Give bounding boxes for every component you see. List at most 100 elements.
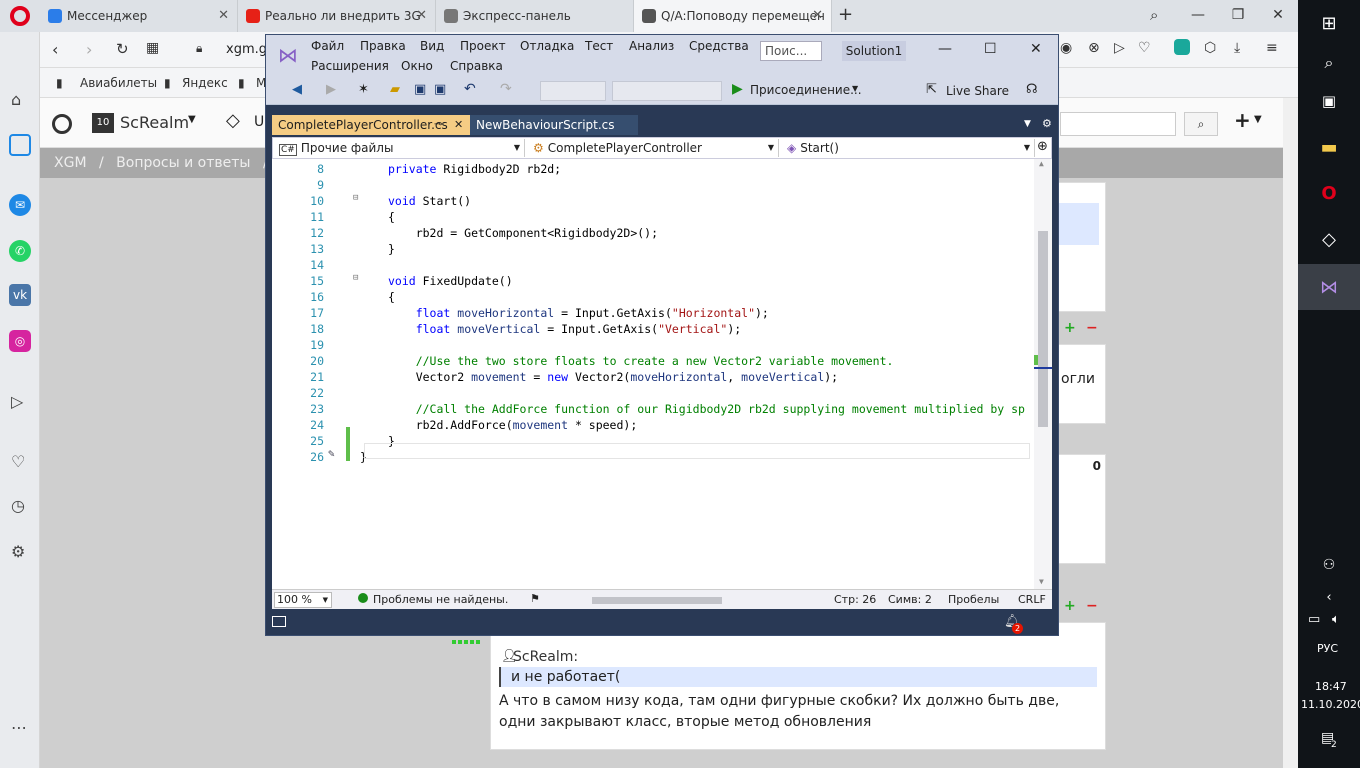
browser-tab-active[interactable]: Q/A:Поповоду перемещен ✕ <box>634 0 832 32</box>
collapse-icon[interactable]: ⊟ <box>353 273 358 283</box>
close-icon[interactable]: ✕ <box>416 8 427 23</box>
nav-screalm[interactable]: ScRealm <box>120 113 189 132</box>
whatsapp-icon[interactable]: ✆ <box>9 240 31 262</box>
clock-date[interactable]: 11.10.2020 <box>1301 698 1360 711</box>
close-button[interactable]: ✕ <box>1030 41 1042 57</box>
forward-icon[interactable]: ▶ <box>326 82 336 97</box>
cube-icon[interactable]: ⬡ <box>1204 40 1216 56</box>
tabs-grid-icon[interactable]: ▦ <box>146 40 159 56</box>
open-icon[interactable]: ▰ <box>390 82 400 97</box>
close-icon[interactable]: ✕ <box>454 115 463 135</box>
messenger-icon[interactable]: ✉ <box>9 194 31 216</box>
scroll-down-icon[interactable]: ▼ <box>1039 577 1044 586</box>
reload-icon[interactable]: ↻ <box>116 40 129 58</box>
scroll-up-icon[interactable]: ▲ <box>1039 159 1044 168</box>
maximize-button[interactable]: ☐ <box>984 41 997 57</box>
whitespace-mode[interactable]: Пробелы <box>948 593 999 606</box>
send-icon[interactable]: ▷ <box>11 392 23 411</box>
xgm-logo-icon[interactable] <box>52 114 72 134</box>
live-share-button[interactable]: Live Share <box>946 84 1009 98</box>
minimize-button[interactable]: — <box>1178 0 1218 32</box>
project-dropdown[interactable]: C# Прочие файлы ▼ <box>275 139 525 157</box>
forward-icon[interactable]: › <box>86 40 92 59</box>
bookmark-item[interactable]: Яндекс <box>182 76 228 90</box>
nav-item[interactable]: U <box>254 114 264 130</box>
attach-button[interactable]: Присоединение... <box>750 83 862 97</box>
browser-tab[interactable]: Экспресс-панель <box>436 0 634 32</box>
settings-icon[interactable]: ⚙ <box>1042 117 1052 130</box>
close-icon[interactable]: ✕ <box>218 8 229 23</box>
live-share-icon[interactable]: ⇱ <box>926 82 937 97</box>
language-indicator[interactable]: РУС <box>1317 642 1338 655</box>
clock-time[interactable]: 18:47 <box>1315 680 1347 693</box>
collapse-icon[interactable]: ⊟ <box>353 193 358 203</box>
quote-author[interactable]: ScRealm: <box>513 649 578 665</box>
vpn-icon[interactable] <box>1174 39 1190 55</box>
split-icon[interactable]: ⊕ <box>1037 139 1048 154</box>
save-icon[interactable]: ▣ <box>414 82 426 97</box>
chevron-down-icon[interactable]: ▼ <box>1254 114 1262 125</box>
search-field[interactable] <box>1060 112 1176 136</box>
line-number[interactable]: Стр: 26 <box>834 593 876 606</box>
chevron-down-icon[interactable]: ▼ <box>188 114 196 125</box>
menu-view[interactable]: Вид <box>420 39 444 53</box>
member-dropdown[interactable]: ◈ Start() ▼ <box>783 139 1035 157</box>
block-icon[interactable]: ⊗ <box>1088 40 1100 56</box>
quick-action-icon[interactable]: ✎ <box>328 447 335 460</box>
heart-icon[interactable]: ♡ <box>1138 40 1151 56</box>
menu-project[interactable]: Проект <box>460 39 506 53</box>
line-endings[interactable]: CRLF <box>1018 593 1046 606</box>
tab-complete-player-controller[interactable]: CompletePlayerController.cs ⊸ ✕ <box>272 115 470 135</box>
history-icon[interactable]: ◷ <box>11 496 25 515</box>
add-button[interactable]: + <box>1234 108 1251 132</box>
bookmark-item[interactable]: Авиабилеты <box>80 76 157 90</box>
vote-down-button[interactable]: − <box>1086 598 1098 614</box>
unity-icon[interactable]: ◇ <box>1298 216 1360 262</box>
pin-icon[interactable]: ⊸ <box>434 115 442 135</box>
home-icon[interactable]: ⌂ <box>11 90 21 109</box>
vote-up-button[interactable]: + <box>1064 598 1076 614</box>
platform-dropdown[interactable] <box>612 81 722 101</box>
speed-dial-icon[interactable] <box>9 134 31 156</box>
instagram-icon[interactable]: ◎ <box>9 330 31 352</box>
breadcrumb-item[interactable]: XGM <box>54 155 87 171</box>
vs-search-input[interactable]: Поис... <box>760 41 822 61</box>
vk-icon[interactable]: vk <box>9 284 31 306</box>
unity-icon[interactable]: ◇ <box>226 110 240 131</box>
code-editor[interactable]: 8 private Rigidbody2D rb2d; 9 10 void Start(… <box>272 159 1052 589</box>
menu-icon[interactable]: ≡ <box>1266 40 1278 56</box>
back-icon[interactable]: ◀ <box>292 82 302 97</box>
heart-icon[interactable]: ♡ <box>11 452 25 471</box>
output-icon[interactable] <box>272 616 286 627</box>
tab-list-icon[interactable]: ▼ <box>1024 119 1031 129</box>
column-number[interactable]: Симв: 2 <box>888 593 932 606</box>
menu-test[interactable]: Тест <box>585 39 613 53</box>
menu-tools[interactable]: Средства <box>689 39 749 53</box>
new-tab-button[interactable]: + <box>838 4 853 25</box>
tab-new-behaviour-script[interactable]: NewBehaviourScript.cs <box>470 115 638 135</box>
brush-icon[interactable]: ⚑ <box>530 592 540 605</box>
solution-name[interactable]: Solution1 <box>842 41 906 61</box>
issues-status[interactable]: Проблемы не найдены. <box>373 593 508 606</box>
menu-window[interactable]: Окно <box>401 59 433 73</box>
address-field[interactable]: xgm.g <box>226 42 267 57</box>
network-icon[interactable]: ▭ <box>1308 612 1320 627</box>
back-icon[interactable]: ‹ <box>52 40 58 59</box>
page-scrollbar[interactable] <box>1283 98 1298 768</box>
opera-menu-icon[interactable] <box>10 6 30 26</box>
scroll-thumb[interactable] <box>592 597 722 604</box>
class-dropdown[interactable]: ⚙ CompletePlayerController ▼ <box>529 139 779 157</box>
vote-up-button[interactable]: + <box>1064 320 1076 336</box>
camera-icon[interactable]: ◉ <box>1060 40 1072 56</box>
settings-icon[interactable]: ⚙ <box>11 542 25 561</box>
scroll-thumb[interactable] <box>1038 231 1048 427</box>
undo-icon[interactable]: ↶ <box>464 81 476 97</box>
opera-icon[interactable]: O <box>1298 170 1360 216</box>
menu-edit[interactable]: Правка <box>360 39 406 53</box>
vertical-scrollbar[interactable]: ▲ ▼ <box>1034 159 1052 589</box>
horizontal-scrollbar[interactable] <box>582 595 802 605</box>
menu-debug[interactable]: Отладка <box>520 39 574 53</box>
config-dropdown[interactable] <box>540 81 606 101</box>
minimize-button[interactable]: — <box>938 41 952 57</box>
more-icon[interactable]: ⋯ <box>11 718 27 737</box>
